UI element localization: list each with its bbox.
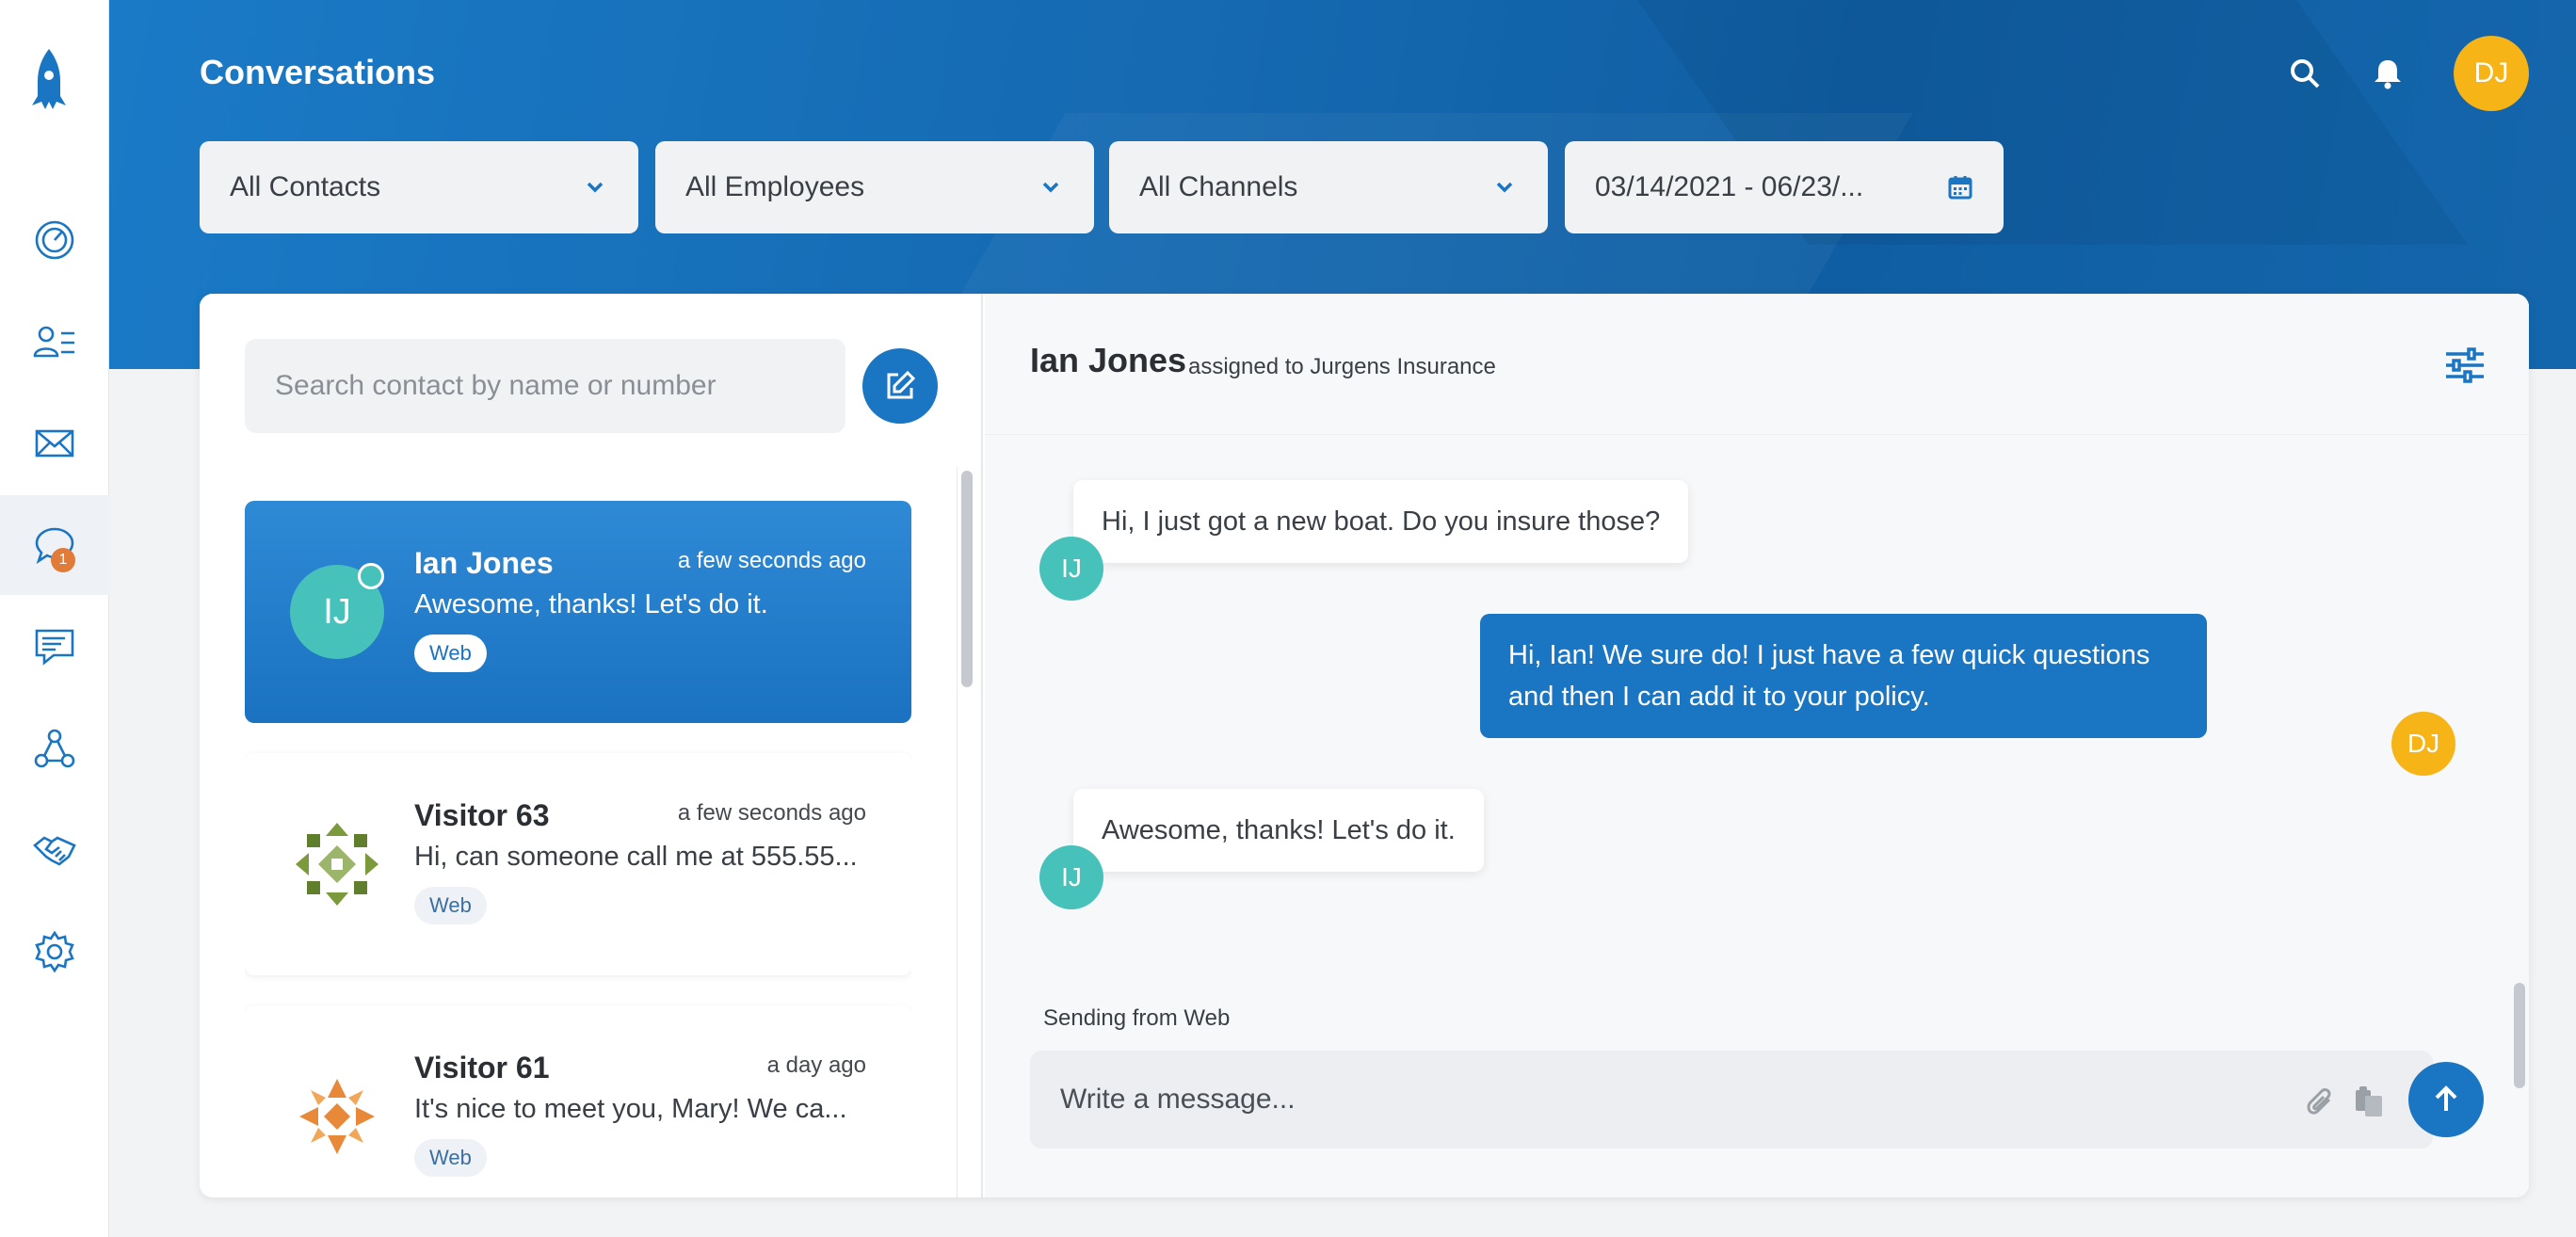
message-incoming: Awesome, thanks! Let's do it. bbox=[1073, 789, 1484, 872]
channels-filter-value: All Channels bbox=[1139, 171, 1298, 202]
channel-badge: Web bbox=[414, 887, 487, 924]
sidebar-item-workflows[interactable] bbox=[0, 699, 109, 798]
chevron-down-icon bbox=[1042, 182, 1059, 193]
identicon-avatar bbox=[290, 817, 384, 911]
chat-pane: Ian Jones assigned to Jurgens Insurance … bbox=[985, 294, 2529, 1197]
chevron-down-icon bbox=[587, 182, 604, 193]
date-range-value: 03/14/2021 - 06/23/... bbox=[1595, 171, 1864, 202]
page-title: Conversations bbox=[200, 53, 436, 91]
conversation-timestamp: a day ago bbox=[766, 1052, 866, 1078]
date-range-picker[interactable]: 03/14/2021 - 06/23/... bbox=[1565, 141, 2004, 233]
channel-badge: Web bbox=[414, 635, 487, 672]
arrow-up-icon bbox=[2435, 1085, 2457, 1111]
chat-contact-name: Ian Jones bbox=[1030, 341, 1187, 379]
scrollbar-thumb[interactable] bbox=[961, 471, 973, 687]
calendar-icon bbox=[1948, 176, 1972, 200]
sidebar-item-mail[interactable] bbox=[0, 394, 109, 493]
contacts-filter-value: All Contacts bbox=[230, 171, 381, 202]
contact-search-input[interactable] bbox=[245, 339, 845, 433]
sidebar-item-partners[interactable] bbox=[0, 800, 109, 900]
conversation-preview: Awesome, thanks! Let's do it. bbox=[414, 589, 768, 619]
conversation-timestamp: a few seconds ago bbox=[677, 548, 866, 573]
channel-badge: Web bbox=[414, 1139, 487, 1177]
chat-settings-sliders-icon[interactable] bbox=[2444, 346, 2486, 384]
message-input[interactable] bbox=[1030, 1051, 2254, 1149]
conversation-item-ian-jones[interactable]: IJ Ian Jones a few seconds ago Awesome, … bbox=[245, 501, 911, 723]
contacts-filter-dropdown[interactable]: All Contacts bbox=[200, 141, 638, 233]
forms-survey-icon bbox=[35, 629, 74, 666]
sending-channel-label: Sending from Web bbox=[1043, 1005, 1231, 1031]
message-incoming: Hi, I just got a new boat. Do you insure… bbox=[1073, 480, 1689, 563]
user-avatar[interactable]: DJ bbox=[2454, 36, 2529, 111]
sidebar-item-forms[interactable] bbox=[0, 597, 109, 697]
new-conversation-button[interactable] bbox=[862, 348, 938, 424]
conversation-item-visitor-61[interactable]: Visitor 61 a day ago It's nice to meet y… bbox=[245, 1005, 911, 1197]
conversation-preview: It's nice to meet you, Mary! We ca... bbox=[414, 1094, 847, 1124]
conversation-list: IJ Ian Jones a few seconds ago Awesome, … bbox=[245, 501, 911, 1197]
employees-filter-dropdown[interactable]: All Employees bbox=[655, 141, 1094, 233]
notification-bell-icon[interactable] bbox=[2369, 55, 2407, 92]
chat-assignment: assigned to Jurgens Insurance bbox=[1188, 354, 1496, 379]
scrollbar-thumb[interactable] bbox=[2514, 983, 2525, 1088]
conversation-preview: Hi, can someone call me at 555.55... bbox=[414, 842, 858, 872]
sidebar-item-settings[interactable] bbox=[0, 902, 109, 1002]
employees-filter-value: All Employees bbox=[685, 171, 865, 202]
chevron-down-icon bbox=[1496, 182, 1513, 193]
message-outgoing: Hi, Ian! We sure do! I just have a few q… bbox=[1480, 614, 2207, 738]
message-avatar: DJ bbox=[2391, 712, 2455, 776]
conversation-contact-name: Visitor 61 bbox=[414, 1051, 550, 1084]
online-status-dot bbox=[358, 563, 384, 589]
conversation-contact-name: Ian Jones bbox=[414, 546, 554, 580]
conversation-list-pane: IJ Ian Jones a few seconds ago Awesome, … bbox=[200, 294, 983, 1197]
workflow-nodes-icon bbox=[34, 729, 75, 768]
conversations-panel: IJ Ian Jones a few seconds ago Awesome, … bbox=[200, 294, 2529, 1197]
sidebar-item-contacts[interactable] bbox=[0, 292, 109, 392]
conversation-timestamp: a few seconds ago bbox=[677, 800, 866, 826]
sidebar-item-conversations[interactable]: 1 bbox=[0, 495, 109, 595]
search-icon[interactable] bbox=[2286, 55, 2324, 92]
dashboard-gauge-icon bbox=[35, 220, 74, 260]
identicon-avatar bbox=[290, 1069, 384, 1164]
attachment-paperclip-icon[interactable] bbox=[2303, 1084, 2337, 1118]
settings-gear-icon bbox=[35, 930, 74, 973]
chat-header: Ian Jones assigned to Jurgens Insurance bbox=[985, 294, 2529, 435]
conversation-item-visitor-63[interactable]: Visitor 63 a few seconds ago Hi, can som… bbox=[245, 753, 911, 975]
message-avatar: IJ bbox=[1039, 537, 1103, 601]
conversation-contact-name: Visitor 63 bbox=[414, 798, 550, 832]
compose-edit-icon bbox=[887, 370, 916, 399]
clipboard-template-icon[interactable] bbox=[2352, 1084, 2386, 1118]
sidebar-item-dashboard[interactable] bbox=[0, 190, 109, 290]
send-message-button[interactable] bbox=[2408, 1062, 2484, 1137]
contacts-list-icon bbox=[33, 326, 74, 358]
rocket-logo-icon[interactable] bbox=[28, 47, 70, 113]
message-avatar: IJ bbox=[1039, 845, 1103, 909]
channels-filter-dropdown[interactable]: All Channels bbox=[1109, 141, 1548, 233]
sidebar: 1 bbox=[0, 0, 109, 1237]
message-composer bbox=[1030, 1051, 2433, 1149]
conversation-list-scrollbar[interactable] bbox=[957, 467, 974, 1197]
unread-badge: 1 bbox=[51, 548, 75, 572]
handshake-icon bbox=[33, 836, 76, 866]
message-thread-scrollbar[interactable] bbox=[2510, 437, 2529, 1197]
mail-icon bbox=[35, 429, 74, 458]
